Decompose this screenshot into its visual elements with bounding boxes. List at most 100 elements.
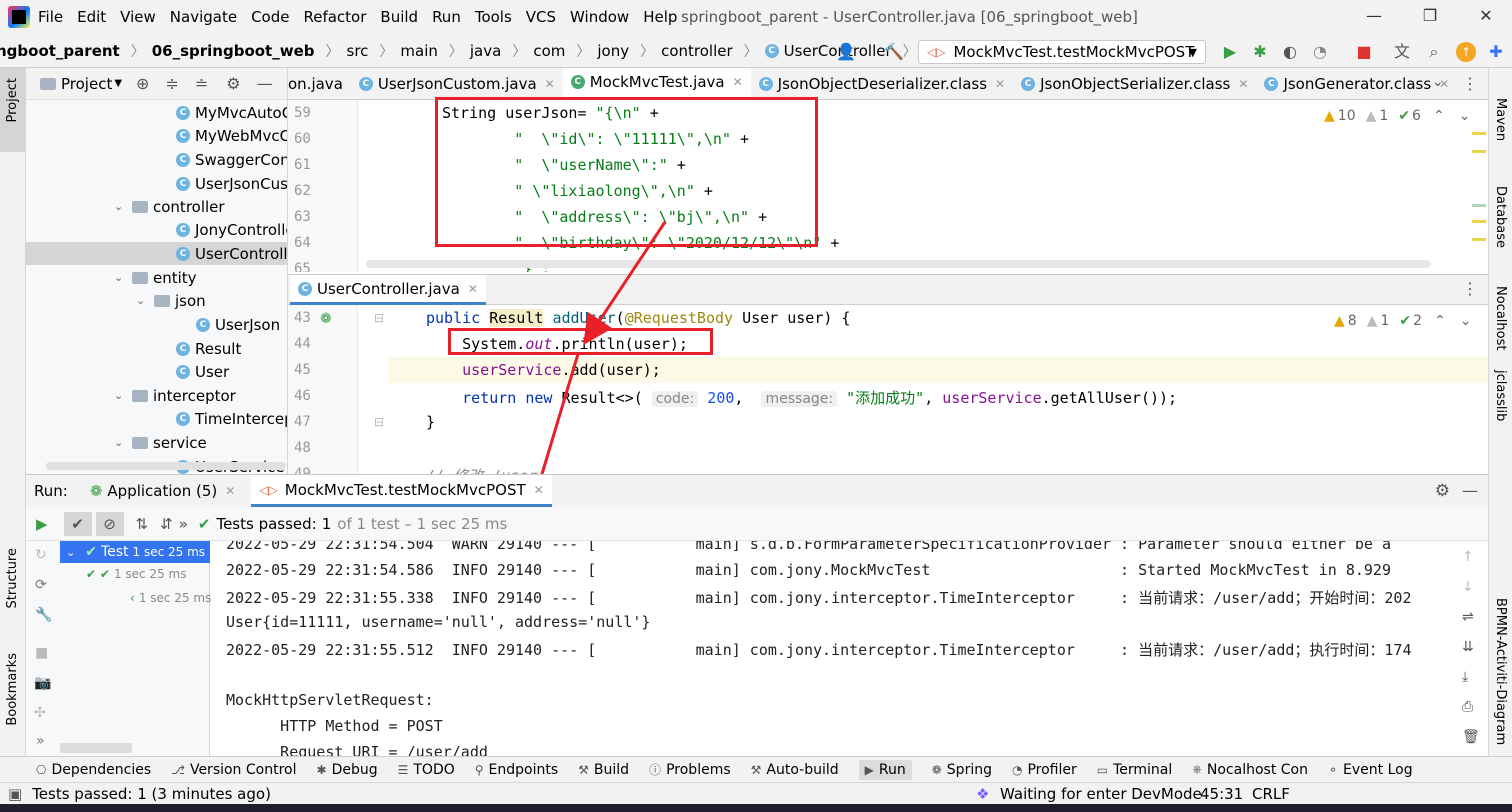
horizontal-scrollbar[interactable] [46, 462, 286, 470]
tab-dependencies[interactable]: ⎔ Dependencies [36, 762, 151, 778]
tab-event-log[interactable]: ⚬ Event Log [1328, 762, 1413, 778]
menu-help[interactable]: Help [643, 8, 677, 26]
tab-endpoints[interactable]: ⚲ Endpoints [475, 762, 558, 778]
menu-refactor[interactable]: Refactor [303, 8, 366, 26]
tree-item[interactable]: C User [176, 360, 229, 383]
editor-tab[interactable]: C MockMvcTest.java ✕ [562, 68, 751, 99]
editor-tab[interactable]: on.java [288, 68, 351, 99]
build-hammer-icon[interactable]: 🔨 [884, 42, 904, 62]
stop-icon[interactable]: ■ [35, 645, 48, 661]
locate-icon[interactable]: ⊕ [136, 74, 149, 93]
more-icon[interactable]: » [36, 733, 45, 749]
chevron-down-icon[interactable]: ⌄ [114, 271, 128, 284]
close-icon[interactable]: ✕ [995, 77, 1005, 91]
rerun-failed-icon[interactable]: ↻ [35, 547, 47, 563]
show-passed-icon[interactable]: ✔ [63, 511, 92, 536]
breadcrumb-main[interactable]: main [400, 42, 437, 60]
tab-build[interactable]: ⚒ Build [578, 762, 629, 778]
close-icon[interactable]: ✕ [733, 75, 743, 89]
rerun-icon[interactable]: ▶ [36, 515, 48, 533]
breadcrumb-java[interactable]: java [470, 42, 501, 60]
collapse-all-icon[interactable]: ≐ [195, 74, 208, 93]
tree-item[interactable]: C UserControlle [26, 242, 287, 265]
structure-tool-button[interactable]: Structure [5, 548, 20, 608]
menu-code[interactable]: Code [251, 8, 289, 26]
menu-tools[interactable]: Tools [475, 8, 512, 26]
chevron-down-icon[interactable]: ⌄ [114, 200, 128, 213]
profile-icon[interactable]: ◔ [1310, 42, 1330, 62]
gear-icon[interactable]: ⚙ [226, 74, 240, 93]
breadcrumb-module[interactable]: 06_springboot_web [152, 42, 315, 60]
menu-navigate[interactable]: Navigate [170, 8, 237, 26]
minimize-icon[interactable]: — [1354, 6, 1394, 28]
tab-nocalhost-console[interactable]: ⎈ Nocalhost Con [1192, 762, 1308, 778]
tab-profiler[interactable]: ◔ Profiler [1012, 762, 1077, 778]
tree-item[interactable]: ⌄ entity [114, 266, 197, 289]
status-message[interactable]: Tests passed: 1 (3 minutes ago) [32, 785, 271, 803]
coverage-icon[interactable]: ◐ [1280, 42, 1300, 62]
line-separator[interactable]: CRLF [1252, 785, 1290, 803]
bpmn-tool-button[interactable]: BPMN-Activiti-Diagram [1493, 598, 1508, 745]
nocalhost-tool-button[interactable]: Nocalhost [1493, 286, 1508, 350]
chevron-down-icon[interactable]: ▼ [114, 78, 122, 89]
run-config-select[interactable]: ◁▷ MockMvcTest.testMockMvcPOST ▼ [918, 40, 1206, 64]
tree-item[interactable]: C MyWebMvcC [176, 124, 287, 147]
menu-view[interactable]: View [120, 8, 156, 26]
menu-window[interactable]: Window [570, 8, 629, 26]
sort-alpha-icon[interactable]: ⇅ [136, 515, 149, 533]
breadcrumb-jony[interactable]: jony [597, 42, 629, 60]
tree-item[interactable]: ⌄ service [114, 431, 207, 454]
update-icon[interactable]: ↑ [1456, 42, 1476, 62]
tab-run[interactable]: ▶ Run [858, 759, 912, 780]
tab-debug[interactable]: ✱ Debug [317, 762, 378, 778]
tab-version-control[interactable]: ⎇ Version Control [171, 762, 296, 778]
sort-duration-icon[interactable]: ⇵ [160, 515, 173, 533]
tree-scrollbar[interactable] [60, 743, 132, 753]
chevron-down-icon[interactable]: ⌄ [136, 294, 150, 307]
user-icon[interactable]: 👤 [836, 42, 856, 62]
settings-sync-icon[interactable]: ✚ [1486, 42, 1506, 62]
menu-edit[interactable]: Edit [77, 8, 106, 26]
expand-all-icon[interactable]: ≑ [165, 74, 178, 93]
test-class-row[interactable]: ✔ ✔ 1 sec 25 ms [86, 567, 186, 581]
hide-panel-icon[interactable]: — [1462, 481, 1478, 500]
more-vertical-icon[interactable]: ⋮ [1462, 279, 1478, 298]
debug-icon[interactable]: ✱ [1250, 42, 1270, 62]
run-icon[interactable]: ▶ [1220, 42, 1240, 62]
breadcrumb-controller[interactable]: controller [661, 42, 733, 60]
tree-item[interactable]: C UserJson [196, 313, 280, 336]
translate-icon[interactable]: 文 [1392, 42, 1412, 62]
chevron-down-icon[interactable]: ⌄ [114, 389, 128, 402]
close-icon[interactable]: ✕ [534, 483, 544, 497]
menu-file[interactable]: File [38, 8, 63, 26]
menu-vcs[interactable]: VCS [526, 8, 556, 26]
tree-item[interactable]: ⌄ interceptor [114, 384, 236, 407]
soft-wrap-icon[interactable]: ⇌ [1462, 609, 1474, 625]
close-window-icon[interactable]: ✕ [1466, 6, 1506, 28]
tab-application[interactable]: ❁ Application (5) ✕ [82, 475, 243, 507]
project-tool-button[interactable]: Project [5, 78, 20, 122]
tree-item[interactable]: C TimeIntercept [176, 407, 287, 430]
close-icon[interactable]: ✕ [545, 77, 555, 91]
menu-run[interactable]: Run [432, 8, 461, 26]
wrench-icon[interactable]: 🔧 [35, 607, 52, 623]
tree-item[interactable]: ⌄ json [136, 289, 206, 312]
editor-tab[interactable]: C UserJsonCustom.java ✕ [351, 68, 563, 99]
arrow-up-icon[interactable]: ↑ [1462, 549, 1474, 565]
close-icon[interactable]: ✕ [1238, 77, 1248, 91]
editor-tab[interactable]: C JsonObjectDeserializer.class ✕ [751, 68, 1013, 99]
tab-terminal[interactable]: ▭ Terminal [1097, 762, 1173, 778]
toggle-auto-test-icon[interactable]: ⟳ [35, 577, 47, 593]
search-icon[interactable]: ⌕ [1424, 42, 1444, 62]
close-icon[interactable]: ✕ [225, 484, 235, 498]
maven-tool-button[interactable]: Maven [1493, 98, 1508, 141]
layout-icon[interactable]: ▣ [8, 785, 22, 803]
tab-spring[interactable]: ❁ Spring [932, 762, 992, 778]
gear-icon[interactable]: ⚙ [1435, 481, 1450, 501]
menu-build[interactable]: Build [380, 8, 418, 26]
bottom-editor[interactable]: C UserController.java ✕ ⋮ ❁ ⊟ ⊟ public R… [288, 274, 1488, 474]
close-icon[interactable]: ✕ [468, 282, 478, 296]
tree-item[interactable]: C UserJsonCust [176, 172, 287, 195]
stop-icon[interactable]: ■ [1354, 42, 1374, 62]
arrow-down-icon[interactable]: ↓ [1462, 579, 1474, 595]
